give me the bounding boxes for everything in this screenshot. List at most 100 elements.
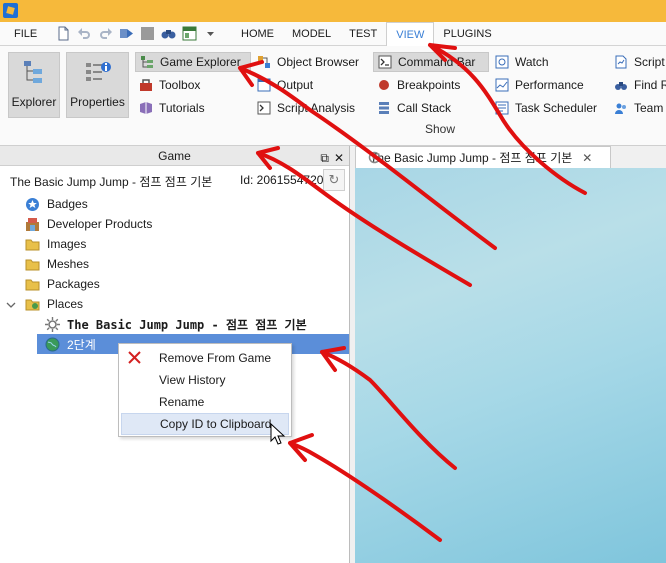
menu-item-label: View History: [159, 373, 226, 387]
folder-icon: [25, 279, 40, 290]
tree-item-packages[interactable]: Packages: [25, 274, 100, 294]
folder-icon: [25, 259, 40, 270]
tab-plugins[interactable]: PLUGINS: [434, 22, 500, 46]
tree-item-places[interactable]: Places: [6, 294, 83, 314]
tutorials-icon: [140, 102, 152, 114]
file-menu[interactable]: FILE: [14, 28, 37, 40]
tree-label: Developer Products: [47, 217, 153, 231]
new-file-icon[interactable]: [56, 26, 71, 41]
game-explorer-icon: [141, 56, 153, 68]
rename-item[interactable]: Rename: [121, 391, 289, 413]
object-browser-button[interactable]: Object Browser: [253, 52, 363, 72]
task-scheduler-label: Task Scheduler: [515, 101, 598, 115]
shop-icon: [26, 217, 39, 231]
undo-icon[interactable]: [77, 26, 92, 41]
find-results-label: Find R: [634, 78, 666, 92]
game-explorer-button[interactable]: Game Explorer: [135, 52, 251, 72]
document-tab[interactable]: The Basic Jump Jump - 점프 점프 기본 ✕: [355, 146, 611, 168]
3d-viewport[interactable]: [355, 168, 666, 563]
tree-label: 2단계: [67, 337, 96, 352]
tree-item-images[interactable]: Images: [25, 234, 86, 254]
binoculars-icon[interactable]: [161, 26, 176, 41]
tree-label: The Basic Jump Jump - 점프 점프 기본: [67, 317, 307, 332]
tree-label: Packages: [47, 277, 100, 291]
document-tab-label: The Basic Jump Jump - 점프 점프 기본: [370, 151, 573, 165]
team-create-button[interactable]: Team C: [610, 98, 666, 118]
panel-title: Game: [158, 149, 191, 163]
performance-icon: [495, 78, 509, 92]
chevron-down-icon[interactable]: [6, 297, 16, 312]
play-icon[interactable]: [119, 26, 134, 41]
breakpoints-button[interactable]: Breakpoints: [373, 75, 464, 95]
team-create-label: Team C: [634, 101, 666, 115]
places-folder-icon: [25, 299, 40, 310]
tab-home[interactable]: HOME: [232, 22, 283, 46]
script-analysis-button[interactable]: Script Analysis: [253, 98, 359, 118]
chevron-down-icon[interactable]: [203, 26, 218, 41]
ribbon: Explorer Properties Game Explorer Toolbo…: [0, 46, 666, 146]
watch-label: Watch: [515, 55, 549, 69]
watch-icon: [495, 55, 509, 69]
game-explorer-label: Game Explorer: [160, 55, 241, 69]
copy-id-to-clipboard-item[interactable]: Copy ID to Clipboard: [121, 413, 289, 435]
properties-label: Properties: [70, 95, 125, 109]
remove-from-game-item[interactable]: Remove From Game: [121, 347, 289, 369]
tree-item-developer-products[interactable]: Developer Products: [25, 214, 152, 234]
globe-icon: [45, 337, 60, 351]
tree-item-meshes[interactable]: Meshes: [25, 254, 89, 274]
task-scheduler-button[interactable]: Task Scheduler: [491, 98, 601, 118]
game-name: The Basic Jump Jump - 점프 점프 기본: [10, 175, 213, 189]
remove-icon: [128, 351, 141, 364]
team-create-icon: [615, 103, 626, 114]
ribbon-tabs: HOME MODEL TEST VIEW PLUGINS: [232, 22, 501, 46]
layout-icon[interactable]: [182, 26, 197, 41]
studio-logo-icon: [3, 3, 18, 18]
folder-icon: [25, 239, 40, 250]
place-tab-icon: [368, 151, 381, 164]
close-icon[interactable]: ✕: [334, 148, 344, 168]
command-bar-button[interactable]: Command Bar: [373, 52, 489, 72]
context-menu: Remove From Game View History Rename Cop…: [118, 343, 292, 437]
tree-item-start-place[interactable]: The Basic Jump Jump - 점프 점프 기본: [45, 314, 307, 334]
performance-label: Performance: [515, 78, 584, 92]
game-info-bar: The Basic Jump Jump - 점프 점프 기본 Id: 20615…: [0, 166, 349, 194]
tree-label: Meshes: [47, 257, 90, 271]
find-results-button[interactable]: Find R: [610, 75, 666, 95]
tree-label: Images: [47, 237, 87, 251]
redo-icon[interactable]: [98, 26, 113, 41]
tab-model[interactable]: MODEL: [283, 22, 340, 46]
tab-test[interactable]: TEST: [340, 22, 386, 46]
toolbox-icon: [140, 79, 152, 91]
properties-icon: [85, 62, 111, 81]
call-stack-icon: [379, 102, 389, 114]
output-icon: [257, 78, 271, 92]
ribbon-group-label: Show: [425, 122, 456, 136]
watch-button[interactable]: Watch: [491, 52, 553, 72]
explorer-label: Explorer: [11, 95, 57, 109]
script-analysis-label: Script Analysis: [277, 101, 356, 115]
explorer-button[interactable]: Explorer: [8, 52, 60, 118]
stop-icon[interactable]: [140, 26, 155, 41]
output-button[interactable]: Output: [253, 75, 317, 95]
badge-icon: [26, 197, 39, 211]
script-analysis-icon: [257, 101, 271, 115]
properties-button[interactable]: Properties: [66, 52, 129, 118]
view-history-item[interactable]: View History: [121, 369, 289, 391]
tree-item-badges[interactable]: Badges: [25, 194, 88, 214]
float-window-icon[interactable]: ⧉: [320, 148, 329, 168]
tab-view[interactable]: VIEW: [386, 22, 435, 46]
refresh-icon[interactable]: ↻: [323, 169, 345, 191]
panel-header: Game ⧉ ✕: [0, 146, 349, 166]
tree-label: Badges: [47, 197, 88, 211]
performance-button[interactable]: Performance: [491, 75, 588, 95]
breakpoints-label: Breakpoints: [397, 78, 461, 92]
spawn-gear-icon: [45, 316, 60, 332]
tutorials-button[interactable]: Tutorials: [135, 98, 209, 118]
explorer-icon: [24, 61, 42, 83]
object-browser-icon: [258, 56, 270, 68]
script-performance-button[interactable]: Script P: [610, 52, 666, 72]
command-bar-icon: [378, 55, 392, 69]
close-icon[interactable]: ✕: [582, 151, 592, 165]
toolbox-button[interactable]: Toolbox: [135, 75, 204, 95]
call-stack-button[interactable]: Call Stack: [373, 98, 455, 118]
